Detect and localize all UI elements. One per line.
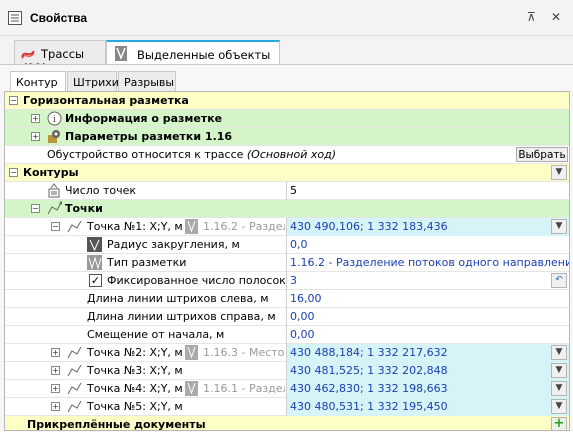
right-stroke-value[interactable]: 0,00 bbox=[286, 308, 569, 326]
offset-value[interactable]: 0,00 bbox=[286, 326, 569, 344]
choose-button[interactable]: Выбрать bbox=[516, 147, 568, 162]
chevron-down-icon[interactable]: ▼ bbox=[551, 219, 567, 234]
undo-icon[interactable]: ↶ bbox=[551, 273, 567, 288]
chevron-down-icon[interactable]: ▼ bbox=[551, 381, 567, 396]
point-row-3[interactable]: + Точка №3: X;Y, м 430 481,525; 1 332 20… bbox=[5, 362, 569, 380]
chevron-down-icon[interactable]: ▼ bbox=[551, 363, 567, 378]
point-row-4[interactable]: + Точка №4: X;Y, м 1.16.1 - Разделе 430 … bbox=[5, 380, 569, 398]
section-attached-documents[interactable]: Прикреплённые документы + bbox=[5, 416, 569, 430]
marking-icon bbox=[185, 381, 198, 396]
marking-icon bbox=[185, 219, 198, 234]
fixed-stripes-checkbox[interactable]: ✓ bbox=[89, 274, 102, 287]
section-contours[interactable]: − Контуры ▼ bbox=[5, 164, 569, 182]
route-assignment-row: Обустройство относится к трассе (Основно… bbox=[5, 146, 569, 164]
chevron-down-icon[interactable]: ▼ bbox=[551, 345, 567, 360]
right-stroke-row: Длина линии штрихов справа, м 0,00 bbox=[5, 308, 569, 326]
point-3-coordinates[interactable]: 430 481,525; 1 332 202,848 bbox=[286, 362, 569, 380]
panel-title: Свойства bbox=[30, 11, 88, 25]
expand-toggle[interactable]: + bbox=[51, 348, 60, 357]
pin-icon[interactable]: ⊼ bbox=[527, 10, 536, 24]
chevron-down-icon[interactable]: ▼ bbox=[551, 399, 567, 414]
properties-panel: Контур Штрихи Разрывы − Горизонтальная р… bbox=[0, 64, 573, 432]
tab-gaps[interactable]: Разрывы bbox=[118, 71, 176, 91]
info-row[interactable]: + i Информация о разметке bbox=[5, 110, 569, 128]
property-grid: − Горизонтальная разметка + i Информация… bbox=[4, 91, 570, 431]
point-row-2[interactable]: + Точка №2: X;Y, м 1.16.3 - Место с 430 … bbox=[5, 344, 569, 362]
expand-toggle[interactable]: + bbox=[31, 114, 40, 123]
marking-icon bbox=[115, 46, 127, 61]
point-row-1[interactable]: − Точка №1: X;Y, м 1.16.2 - Разделе 430 … bbox=[5, 218, 569, 236]
polyline-icon bbox=[67, 220, 82, 233]
fixed-stripes-value[interactable]: 3 bbox=[286, 272, 569, 290]
tab-strokes[interactable]: Штрихи bbox=[67, 71, 119, 91]
points-row[interactable]: − Точки bbox=[5, 200, 569, 218]
panel-title-bar: Свойства ⊼ ✕ bbox=[0, 0, 573, 36]
info-icon: i bbox=[47, 111, 62, 126]
radius-value[interactable]: 0,0 bbox=[286, 236, 569, 254]
point-count-value[interactable]: 5 bbox=[286, 182, 569, 200]
top-tab-bar: Трассы (21) Выделенные объекты (1) bbox=[0, 36, 573, 76]
radius-row: Радиус закругления, м 0,0 bbox=[5, 236, 569, 254]
expand-toggle[interactable]: + bbox=[31, 132, 40, 141]
collapse-toggle[interactable]: − bbox=[9, 96, 18, 105]
close-icon[interactable]: ✕ bbox=[551, 10, 561, 24]
collapse-toggle[interactable]: − bbox=[31, 204, 40, 213]
marking-type-row: Тип разметки 1.16.2 - Разделение потоков… bbox=[5, 254, 569, 272]
marking-type-icon bbox=[87, 255, 102, 270]
marking-type-value[interactable]: 1.16.2 - Разделение потоков одного напра… bbox=[286, 254, 569, 272]
expand-toggle[interactable]: + bbox=[51, 402, 60, 411]
params-icon bbox=[48, 130, 60, 143]
point-5-coordinates[interactable]: 430 480,531; 1 332 195,450 bbox=[286, 398, 569, 416]
polyline-icon bbox=[47, 201, 62, 215]
point-count-row: Число точек 5 bbox=[5, 182, 569, 200]
svg-text:i: i bbox=[53, 115, 56, 125]
polyline-icon bbox=[67, 382, 82, 395]
point-1-coordinates[interactable]: 430 490,106; 1 332 183,436 bbox=[286, 218, 569, 236]
collapse-toggle[interactable]: − bbox=[51, 222, 60, 231]
expand-toggle[interactable]: + bbox=[51, 366, 60, 375]
expand-toggle[interactable]: + bbox=[51, 384, 60, 393]
point-4-coordinates[interactable]: 430 462,830; 1 332 198,663 bbox=[286, 380, 569, 398]
point-row-5[interactable]: + Точка №5: X;Y, м 430 480,531; 1 332 19… bbox=[5, 398, 569, 416]
tab-selected-objects[interactable]: Выделенные объекты (1) bbox=[106, 40, 280, 76]
offset-row: Смещение от начала, м 0,00 bbox=[5, 326, 569, 344]
point-2-coordinates[interactable]: 430 488,184; 1 332 217,632 bbox=[286, 344, 569, 362]
tab-contour[interactable]: Контур bbox=[10, 71, 66, 92]
marking-params-row[interactable]: + Параметры разметки 1.16 bbox=[5, 128, 569, 146]
add-icon[interactable]: + bbox=[551, 417, 567, 430]
left-stroke-row: Длина линии штрихов слева, м 16,00 bbox=[5, 290, 569, 308]
tab-routes[interactable]: Трассы (21) bbox=[14, 40, 106, 75]
polyline-icon bbox=[67, 346, 82, 359]
radius-icon bbox=[87, 237, 102, 252]
section-horizontal-marking[interactable]: − Горизонтальная разметка bbox=[5, 92, 569, 110]
properties-icon bbox=[8, 11, 22, 25]
polyline-icon bbox=[67, 364, 82, 377]
marking-icon bbox=[185, 345, 198, 360]
fixed-stripes-row: ✓ Фиксированное число полосок 3 ↶ bbox=[5, 272, 569, 290]
collapse-toggle[interactable]: − bbox=[9, 168, 18, 177]
polyline-icon bbox=[67, 400, 82, 413]
chevron-down-icon[interactable]: ▼ bbox=[551, 165, 567, 180]
routes-icon bbox=[21, 50, 35, 60]
point-count-icon bbox=[48, 183, 60, 198]
left-stroke-value[interactable]: 16,00 bbox=[286, 290, 569, 308]
